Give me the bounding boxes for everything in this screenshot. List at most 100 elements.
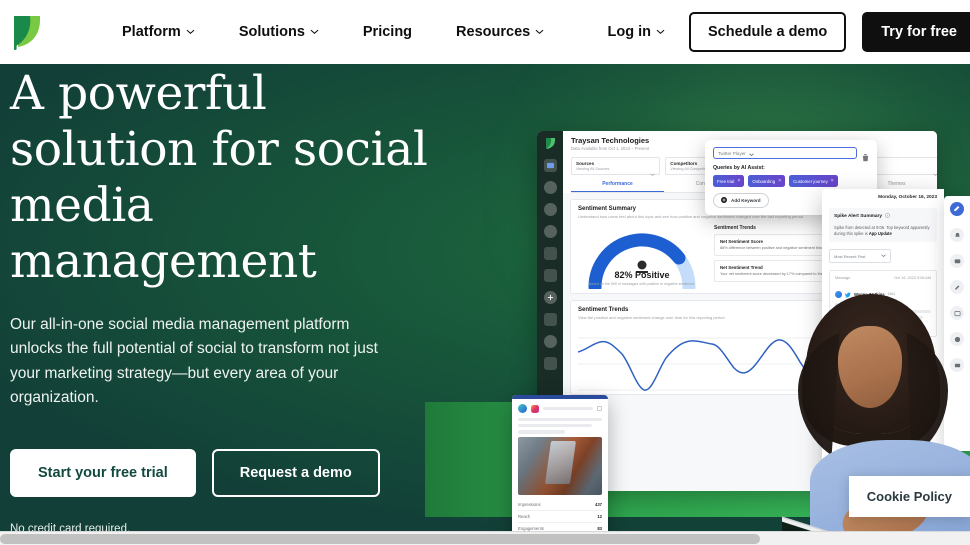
add-keyword-label: Add Keyword xyxy=(731,198,761,203)
nav-actions: Log in Schedule a demo Try for free xyxy=(583,12,970,52)
skeleton-line xyxy=(835,316,924,319)
edit-icon[interactable] xyxy=(950,280,964,294)
hero-copy: A powerful solution for social media man… xyxy=(10,64,430,531)
messages-icon[interactable] xyxy=(950,254,964,268)
hero-cta-group: Start your free trial Request a demo xyxy=(10,449,430,498)
spike-alert-summary-box: Spike Alert Summary Spike from detected … xyxy=(829,208,937,242)
spike-message-card[interactable]: Message Oct 16, 2023 9:06 AM Wanna Watki… xyxy=(829,270,937,337)
delete-icon[interactable] xyxy=(862,149,869,162)
dashboard-profile-icon[interactable] xyxy=(543,357,557,370)
request-demo-button[interactable]: Request a demo xyxy=(211,449,380,498)
ai-tag-onboarding[interactable]: Onboarding × xyxy=(748,175,786,187)
sprout-leaf-logo[interactable] xyxy=(10,12,44,52)
nav-item-solutions[interactable]: Solutions xyxy=(217,24,341,40)
spike-alert-body: Spike from detected at 9:06. Top keyword… xyxy=(834,225,932,237)
post-stat-label: Impressions xyxy=(518,501,541,507)
post-stat-label: Engagements xyxy=(518,525,544,531)
skeleton-line xyxy=(835,328,874,331)
filter-sources[interactable]: Sources Viewing All Sources xyxy=(571,157,661,176)
media-icon[interactable] xyxy=(950,358,964,372)
plus-circle-icon xyxy=(721,197,727,204)
login-menu[interactable]: Log in xyxy=(583,24,689,40)
compose-icon[interactable] xyxy=(950,202,964,216)
dashboard-add-icon[interactable] xyxy=(543,291,557,304)
hero-section: A powerful solution for social media man… xyxy=(0,64,970,531)
ai-source-select[interactable]: Twitter Player xyxy=(713,147,857,159)
no-credit-card-note: No credit card required. xyxy=(10,523,131,531)
close-icon[interactable]: × xyxy=(778,178,781,184)
tab-performance[interactable]: Performance xyxy=(571,181,664,192)
ai-assist-heading: Queries by AI Assist: xyxy=(713,165,765,171)
dashboard-settings-icon[interactable] xyxy=(543,335,557,348)
dashboard-right-rail xyxy=(944,196,970,451)
scrollbar-thumb[interactable] xyxy=(0,534,760,544)
notifications-icon[interactable] xyxy=(950,228,964,242)
post-stat-row: Engagements 83 xyxy=(518,523,602,531)
start-free-trial-button[interactable]: Start your free trial xyxy=(10,449,196,498)
spike-message-badge: 1564 xyxy=(887,292,896,296)
post-stat-row: Reach 12 xyxy=(518,511,602,523)
filter-sources-value: Viewing All Sources xyxy=(576,167,610,171)
nav-item-platform-label: Platform xyxy=(122,24,181,40)
dashboard-inbox-icon[interactable] xyxy=(543,203,557,216)
primary-nav-links: Platform Solutions Pricing Resources xyxy=(100,24,566,40)
chevron-down-icon xyxy=(881,253,886,259)
nav-item-pricing[interactable]: Pricing xyxy=(341,24,434,40)
spike-message-handle: @wwatkins xyxy=(835,303,853,307)
spike-alert-heading-label: Spike Alert Summary xyxy=(834,214,883,219)
dashboard-publish-icon[interactable] xyxy=(543,225,557,238)
ai-tag-onboarding-label: Onboarding xyxy=(752,178,776,184)
dashboard-reports-icon[interactable] xyxy=(543,313,557,326)
dashboard-compass-icon[interactable] xyxy=(543,181,557,194)
add-keyword-button[interactable]: Add Keyword xyxy=(713,193,769,208)
spike-sort-dropdown-value: Most Recent First xyxy=(834,253,866,259)
close-icon[interactable]: × xyxy=(737,178,740,184)
chevron-down-icon xyxy=(535,27,544,36)
hero-subtitle: Our all-in-one social media management p… xyxy=(10,316,378,406)
ai-tag-free-trial[interactable]: Free trial × xyxy=(713,175,745,187)
chevron-down-icon xyxy=(186,27,195,36)
skeleton-line xyxy=(835,322,910,325)
nav-item-platform[interactable]: Platform xyxy=(100,24,217,40)
post-stat-label: Reach xyxy=(518,513,531,519)
dashboard-home-icon[interactable] xyxy=(543,159,557,172)
ai-tag-customer-journey-label: Customer journey xyxy=(793,178,828,184)
top-navigation-bar: Platform Solutions Pricing Resources Log… xyxy=(0,0,970,64)
chevron-down-icon xyxy=(310,27,319,36)
close-icon[interactable]: × xyxy=(831,178,834,184)
sprout-leaf-icon xyxy=(545,137,556,150)
nav-item-resources-label: Resources xyxy=(456,24,531,40)
horizontal-scrollbar[interactable] xyxy=(0,531,970,545)
spike-alert-panel: Monday, October 16, 2023 Spike Alert Sum… xyxy=(822,189,944,494)
chevron-down-icon xyxy=(650,164,655,176)
post-stats-list: Impressions 437 Reach 12 Engagements 83 xyxy=(512,495,608,531)
try-for-free-button[interactable]: Try for free xyxy=(862,12,970,52)
sentiment-gauge: 82% Positive Based on the 509 of message… xyxy=(578,223,706,294)
post-author-placeholder xyxy=(543,406,593,411)
sentiment-gauge-note: Based on the 509 of messages with positi… xyxy=(588,282,696,286)
nav-item-resources[interactable]: Resources xyxy=(434,24,566,40)
post-image xyxy=(518,436,602,495)
chevron-down-icon xyxy=(749,144,754,162)
cookie-policy-banner[interactable]: Cookie Policy xyxy=(848,476,970,517)
dashboard-listening-icon[interactable] xyxy=(543,269,557,282)
filter-sources-label: Sources xyxy=(576,161,595,166)
login-label: Log in xyxy=(607,24,651,40)
ai-tag-free-trial-label: Free trial xyxy=(717,178,735,184)
social-post-card: Impressions 437 Reach 12 Engagements 83 xyxy=(512,395,608,531)
instagram-icon xyxy=(531,404,539,413)
spike-message-username: Wanna Watkins xyxy=(854,291,885,297)
avatar xyxy=(835,290,842,298)
spike-alert-date: Monday, October 16, 2023 xyxy=(878,195,937,200)
ai-assist-tags: Free trial × Onboarding × Customer journ… xyxy=(713,175,869,187)
help-icon[interactable] xyxy=(950,332,964,346)
calendar-icon[interactable] xyxy=(950,306,964,320)
info-icon[interactable] xyxy=(885,213,890,220)
schedule-demo-button[interactable]: Schedule a demo xyxy=(688,12,847,52)
spike-sort-dropdown[interactable]: Most Recent First xyxy=(829,249,891,263)
post-stat-row: Impressions 437 xyxy=(518,499,602,511)
dashboard-calendar-icon[interactable] xyxy=(543,247,557,260)
checkbox-icon[interactable] xyxy=(597,406,602,411)
spike-alert-body-highlight: App Update xyxy=(868,231,892,236)
ai-tag-customer-journey[interactable]: Customer journey × xyxy=(789,175,838,187)
